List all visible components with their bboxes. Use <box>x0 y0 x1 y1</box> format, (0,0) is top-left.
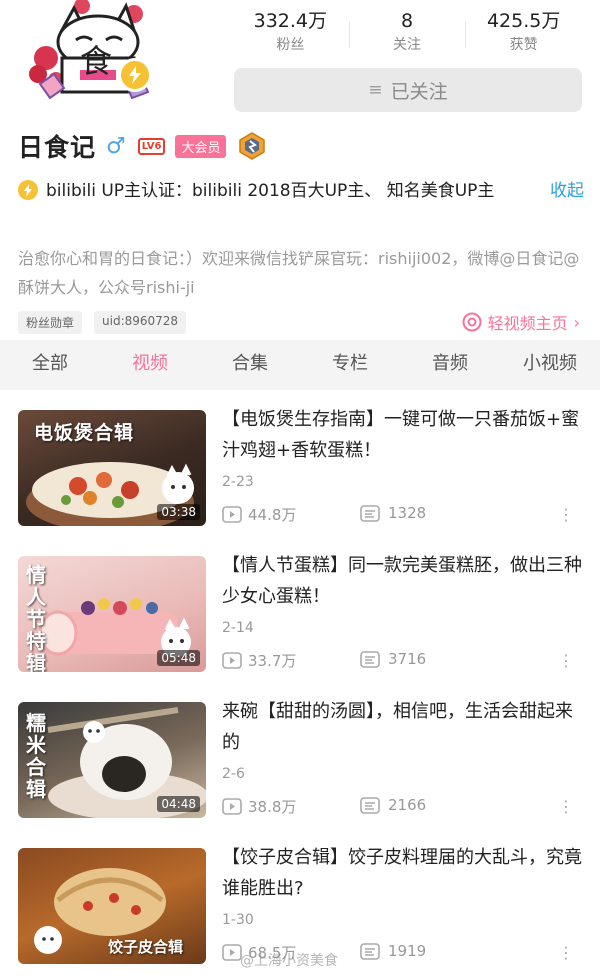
thumbnail-caption: 饺子皮合辑 <box>108 938 184 956</box>
certification-text: bilibili UP主认证：bilibili 2018百大UP主、 知名美食U… <box>46 181 495 201</box>
video-title[interactable]: 【电饭煲生存指南】一键可做一只番茄饭+蜜汁鸡翅+香软蛋糕！ <box>222 404 582 466</box>
tab-videos[interactable]: 视频 <box>100 340 200 390</box>
stat-label: 获赞 <box>509 37 538 53</box>
play-count-icon <box>222 944 242 961</box>
video-duration: 05:48 <box>157 650 200 666</box>
view-count: 44.8万 <box>222 504 296 525</box>
danmaku-icon <box>360 942 380 960</box>
tab-collections[interactable]: 合集 <box>200 340 300 390</box>
video-meta: 44.8万 1328 ⋮ <box>222 504 582 528</box>
uid-tag: uid:8960728 <box>94 311 187 334</box>
video-item[interactable]: 情人节特辑 05:48 【情人节蛋糕】同一款完美蛋糕胚，做出三种少女心蛋糕！ 2… <box>0 542 600 688</box>
video-thumbnail[interactable]: 糯米合辑 04:48 <box>18 702 206 818</box>
video-date: 2-6 <box>222 766 245 782</box>
weibo-watermark: @上海小资美食 <box>240 953 338 969</box>
video-duration: 04:48 <box>157 796 200 812</box>
avatar-text: 食 <box>80 42 113 80</box>
view-count: 38.8万 <box>222 796 296 817</box>
male-gender-icon: ♂ <box>106 133 126 159</box>
danmaku-count-value: 1328 <box>388 504 427 522</box>
play-count-icon <box>222 652 242 669</box>
avatar[interactable]: 食 <box>22 0 162 100</box>
video-date: 1-30 <box>222 912 254 928</box>
tab-audio[interactable]: 音频 <box>400 340 500 390</box>
video-duration: 03:38 <box>157 504 200 520</box>
danmaku-count-value: 1919 <box>388 942 427 960</box>
short-video-label: 轻视频主页 <box>487 314 568 333</box>
video-thumbnail[interactable]: 饺子皮合辑 <box>18 848 206 964</box>
video-title[interactable]: 【饺子皮合辑】饺子皮料理届的大乱斗，究竟谁能胜出? <box>222 842 582 904</box>
stat-following[interactable]: 8 关注 <box>348 8 466 60</box>
thumbnail-caption: 电饭煲合辑 <box>34 422 135 444</box>
medal-icon[interactable] <box>238 132 266 160</box>
video-title[interactable]: 来碗【甜甜的汤圆】，相信吧，生活会甜起来的 <box>222 696 582 758</box>
video-item[interactable]: 电饭煲合辑 03:38 【电饭煲生存指南】一键可做一只番茄饭+蜜汁鸡翅+香软蛋糕… <box>0 396 600 542</box>
tab-articles[interactable]: 专栏 <box>300 340 400 390</box>
lightning-certification-icon <box>18 180 38 200</box>
content-tabs: 全部 视频 合集 专栏 音频 小视频 <box>0 340 600 390</box>
video-meta: 33.7万 3716 ⋮ <box>222 650 582 674</box>
vip-badge: 大会员 <box>175 134 227 158</box>
stat-label: 关注 <box>393 37 421 53</box>
danmaku-count: 1328 <box>360 504 426 522</box>
stat-value: 425.5万 <box>486 10 561 32</box>
chevron-right-icon: › <box>573 312 580 332</box>
danmaku-count: 3716 <box>360 650 426 668</box>
view-count-value: 44.8万 <box>248 506 297 524</box>
more-options-icon[interactable]: ⋮ <box>558 796 574 818</box>
video-list: 电饭煲合辑 03:38 【电饭煲生存指南】一键可做一只番茄饭+蜜汁鸡翅+香软蛋糕… <box>0 396 600 980</box>
certification-row: bilibili UP主认证：bilibili 2018百大UP主、 知名美食U… <box>18 176 584 206</box>
danmaku-icon <box>360 650 380 668</box>
thumbnail-caption: 糯米合辑 <box>26 711 46 801</box>
video-meta: 38.8万 2166 ⋮ <box>222 796 582 820</box>
video-thumbnail[interactable]: 情人节特辑 05:48 <box>18 556 206 672</box>
more-options-icon[interactable]: ⋮ <box>558 504 574 526</box>
tab-short-videos[interactable]: 小视频 <box>500 340 600 390</box>
stat-value: 332.4万 <box>253 10 328 32</box>
followed-label: 已关注 <box>390 80 448 103</box>
verified-badge-icon <box>118 58 152 92</box>
danmaku-count-value: 2166 <box>388 796 427 814</box>
fan-medal-tag[interactable]: 粉丝勋章 <box>18 311 83 334</box>
short-video-home-link[interactable]: 轻视频主页 › <box>462 310 580 334</box>
followed-button[interactable]: ≡ 已关注 <box>234 68 582 112</box>
level-badge: LV6 <box>137 137 166 155</box>
danmaku-icon <box>360 504 380 522</box>
video-title[interactable]: 【情人节蛋糕】同一款完美蛋糕胚，做出三种少女心蛋糕！ <box>222 550 582 612</box>
stats-bar: 332.4万 粉丝 8 关注 425.5万 获赞 <box>232 8 582 60</box>
video-date: 2-23 <box>222 474 254 490</box>
view-count-value: 38.8万 <box>248 798 297 816</box>
menu-lines-icon: ≡ <box>368 80 383 100</box>
stat-fans[interactable]: 332.4万 粉丝 <box>232 8 349 60</box>
stat-likes[interactable]: 425.5万 获赞 <box>465 8 582 60</box>
danmaku-count: 1919 <box>360 942 426 960</box>
collapse-link[interactable]: 收起 <box>550 176 584 206</box>
view-count: 33.7万 <box>222 650 296 671</box>
bio-text: 治愈你心和胃的日食记：）欢迎来微信找铲屎官玩：rishiji002，微博@日食记… <box>18 249 580 297</box>
thumbnail-caption: 情人节特辑 <box>26 563 46 672</box>
video-date: 2-14 <box>222 620 254 636</box>
circle-play-icon <box>462 312 482 332</box>
user-name: 日食记 <box>18 133 97 162</box>
name-row: 日食记 ♂ LV6 大会员 <box>18 128 266 164</box>
tag-row: 粉丝勋章 uid:8960728 <box>18 311 187 334</box>
danmaku-count: 2166 <box>360 796 426 814</box>
stat-label: 粉丝 <box>276 37 305 53</box>
danmaku-count-value: 3716 <box>388 650 427 668</box>
more-options-icon[interactable]: ⋮ <box>558 650 574 672</box>
more-options-icon[interactable]: ⋮ <box>558 942 574 964</box>
play-count-icon <box>222 506 242 523</box>
view-count-value: 33.7万 <box>248 652 297 670</box>
play-count-icon <box>222 798 242 815</box>
danmaku-icon <box>360 796 380 814</box>
tab-all[interactable]: 全部 <box>0 340 100 390</box>
video-item[interactable]: 糯米合辑 04:48 来碗【甜甜的汤圆】，相信吧，生活会甜起来的 2-6 38.… <box>0 688 600 834</box>
video-thumbnail[interactable]: 电饭煲合辑 03:38 <box>18 410 206 526</box>
stat-value: 8 <box>400 10 414 32</box>
